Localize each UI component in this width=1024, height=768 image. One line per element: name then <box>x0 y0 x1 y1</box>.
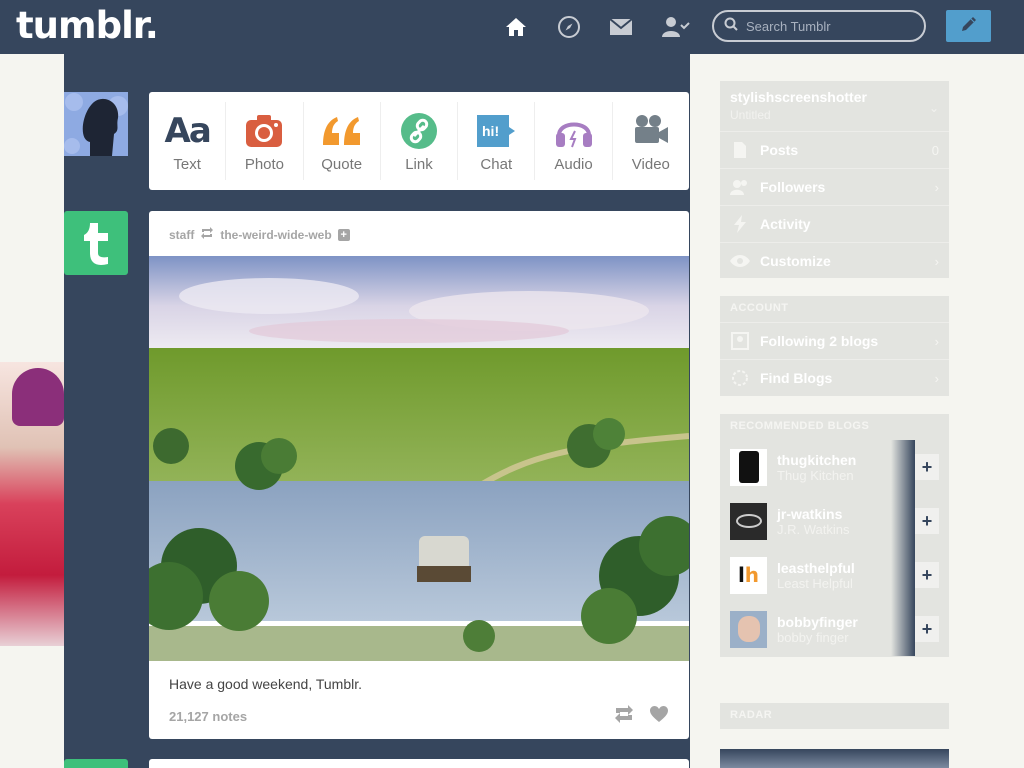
notes-count[interactable]: 21,127 notes <box>169 709 247 724</box>
lightning-icon <box>730 214 750 234</box>
post-photo[interactable] <box>149 256 689 661</box>
headphones-icon <box>554 110 594 152</box>
explore-compass-icon[interactable] <box>556 14 582 40</box>
sidebar-blog-panel: stylishscreenshotter Untitled ⌄ Posts 0 … <box>720 81 949 278</box>
sidebar-item-activity[interactable]: Activity <box>720 205 949 242</box>
reblog-icon[interactable] <box>613 705 635 728</box>
tumblr-logo[interactable]: tumblr. <box>16 4 159 47</box>
blog-subtitle: Untitled <box>730 108 771 122</box>
blog-avatar <box>730 448 767 486</box>
follow-button[interactable]: + <box>915 616 939 642</box>
eye-icon <box>730 251 750 271</box>
post-type-bar: Aa Text Photo Quote Link hi! Chat Audio <box>149 92 689 190</box>
post-header: staff the-weird-wide-web + <box>169 227 350 242</box>
post-type-text[interactable]: Aa Text <box>149 102 227 180</box>
followers-icon <box>730 177 750 197</box>
next-post <box>149 759 689 768</box>
staff-avatar[interactable] <box>64 211 128 275</box>
post-type-link[interactable]: Link <box>381 102 459 180</box>
sidebar-account-panel: ACCOUNT Following 2 blogs › Find Blogs › <box>720 296 949 396</box>
camera-icon <box>245 110 283 152</box>
recommended-blog-row[interactable]: thugkitchen Thug Kitchen + <box>720 440 949 494</box>
sidebar-item-followers[interactable]: Followers › <box>720 168 949 205</box>
recommended-blog-row[interactable]: lh leasthelpful Least Helpful + <box>720 548 949 602</box>
follow-button[interactable]: + <box>915 454 939 480</box>
post-type-chat[interactable]: hi! Chat <box>458 102 536 180</box>
posts-icon <box>730 140 750 160</box>
sidebar-radar-panel: RADAR <box>720 703 949 729</box>
compose-button[interactable] <box>946 10 991 42</box>
post-type-audio[interactable]: Audio <box>535 102 613 180</box>
video-camera-icon <box>631 110 671 152</box>
post-type-video[interactable]: Video <box>613 102 689 180</box>
text-icon: Aa <box>164 110 212 151</box>
post-author-link[interactable]: staff <box>169 228 194 242</box>
recommended-heading: RECOMMENDED BLOGS <box>730 420 870 432</box>
search-icon <box>724 17 738 36</box>
sidebar-item-customize[interactable]: Customize › <box>720 242 949 279</box>
post-type-photo[interactable]: Photo <box>226 102 304 180</box>
home-icon[interactable] <box>503 14 529 40</box>
sidebar-item-following[interactable]: Following 2 blogs › <box>720 322 949 359</box>
next-post-avatar[interactable] <box>64 759 128 768</box>
follow-plus-icon[interactable]: + <box>337 228 350 241</box>
following-icon <box>730 331 750 351</box>
top-bar: tumblr. <box>0 0 1024 54</box>
svg-text:hi!: hi! <box>482 123 499 139</box>
background-photo <box>0 362 64 646</box>
reblog-source-link[interactable]: the-weird-wide-web <box>220 228 331 242</box>
search-box[interactable] <box>712 10 926 42</box>
follow-button[interactable]: + <box>915 562 939 588</box>
post-caption: Have a good weekend, Tumblr. <box>169 676 363 692</box>
quote-icon <box>321 110 363 152</box>
dashboard-post: staff the-weird-wide-web + Have a good w… <box>149 211 689 739</box>
sidebar-recommended-panel: RECOMMENDED BLOGS thugkitchen Thug Kitche… <box>720 414 949 657</box>
account-user-icon[interactable] <box>661 14 691 40</box>
link-icon <box>400 110 438 152</box>
reblog-small-icon <box>200 227 214 242</box>
inbox-mail-icon[interactable] <box>608 14 634 40</box>
chevron-down-icon[interactable]: ⌄ <box>929 101 939 115</box>
like-heart-icon[interactable] <box>649 705 669 728</box>
search-input[interactable] <box>746 18 916 34</box>
radar-preview[interactable] <box>720 749 949 768</box>
post-type-quote[interactable]: Quote <box>304 102 381 180</box>
chat-icon: hi! <box>475 110 517 152</box>
blog-name[interactable]: stylishscreenshotter <box>730 89 867 105</box>
recommended-blog-row[interactable]: jr-watkins J.R. Watkins + <box>720 494 949 548</box>
recommended-blog-row[interactable]: bobbyfinger bobby finger + <box>720 602 949 656</box>
find-blogs-icon <box>730 368 750 388</box>
pencil-icon <box>959 14 979 39</box>
blog-avatar <box>730 502 767 540</box>
blog-avatar: lh <box>730 556 767 594</box>
sidebar-item-posts[interactable]: Posts 0 <box>720 131 949 168</box>
follow-button[interactable]: + <box>915 508 939 534</box>
account-heading: ACCOUNT <box>730 302 789 314</box>
post-actions <box>613 705 669 728</box>
blog-avatar <box>730 610 767 648</box>
user-avatar[interactable] <box>64 92 128 156</box>
sidebar-item-find-blogs[interactable]: Find Blogs › <box>720 359 949 396</box>
radar-heading: RADAR <box>730 709 773 721</box>
